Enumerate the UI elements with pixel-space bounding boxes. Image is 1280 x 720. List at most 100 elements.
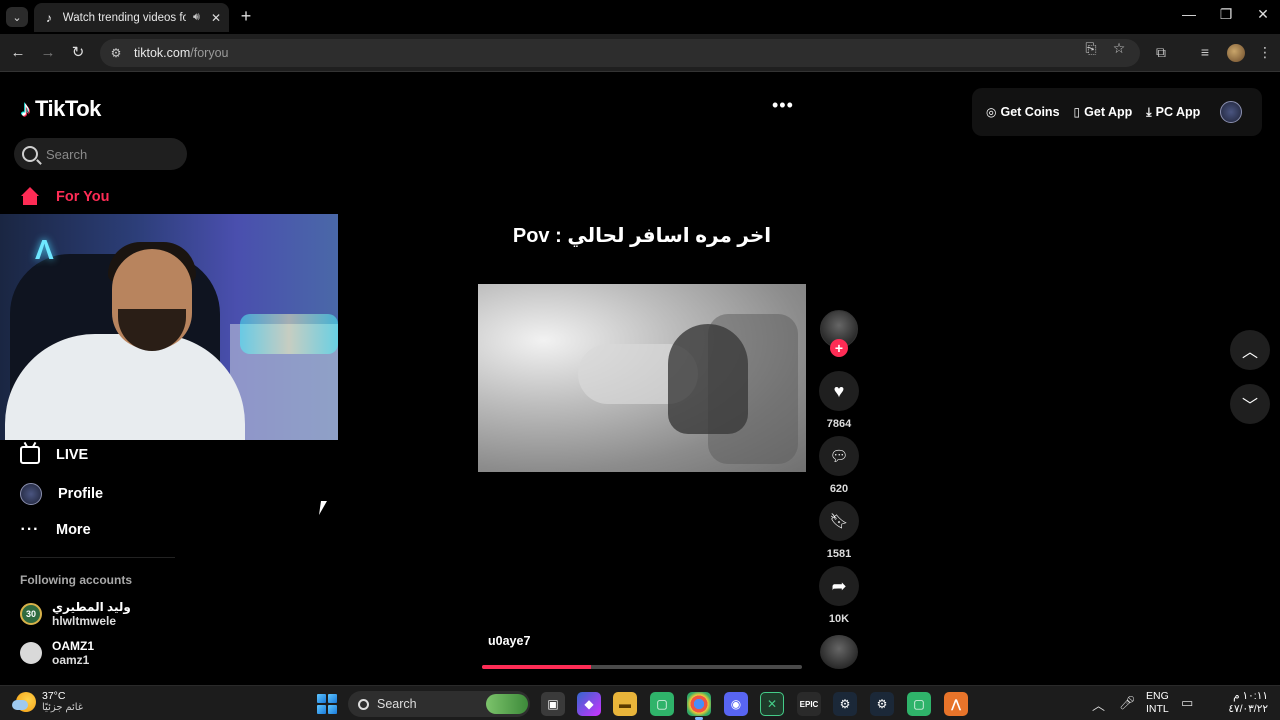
search-input[interactable] — [46, 146, 176, 162]
reload-icon[interactable]: ↻ — [68, 43, 88, 63]
more-dots-icon: ··· — [20, 521, 40, 538]
next-video-button[interactable]: ﹀ — [1230, 384, 1270, 424]
save-button[interactable]: 🔖︎ — [819, 501, 859, 541]
user-avatar[interactable] — [1220, 101, 1243, 123]
webcam-overlay: Λ — [0, 214, 338, 440]
media-controls-icon[interactable]: ≡ — [1196, 44, 1214, 60]
browser-menu-icon[interactable]: ⋮ — [1256, 44, 1274, 61]
like-count: 7864 — [826, 418, 852, 430]
search-icon — [22, 146, 38, 162]
screen: ⌄ ♪ Watch trending videos for y 🔊︎ ✕ + —… — [0, 0, 1280, 720]
tiktok-logo[interactable]: ♪ TikTok — [20, 96, 101, 122]
video-progress-fill — [482, 665, 591, 669]
music-disc-avatar[interactable] — [820, 635, 858, 669]
nav-more[interactable]: ··· More — [20, 520, 91, 540]
epic-games-icon[interactable]: EPIC — [797, 692, 821, 716]
install-app-icon[interactable]: ⎘ — [1082, 40, 1100, 57]
following-account-2[interactable]: OAMZ1 oamz1 — [20, 639, 94, 667]
clock-date: ٤٧/٠٣/٢٢ — [1228, 703, 1268, 715]
steam-icon-2[interactable]: ⚙ — [870, 692, 894, 716]
back-arrow-icon[interactable]: ← — [8, 43, 28, 63]
video-player[interactable] — [478, 284, 806, 472]
keyboard-layout: INTL — [1146, 703, 1169, 715]
account-avatar — [20, 642, 42, 664]
network-icon[interactable]: ▭ — [1181, 695, 1193, 711]
taskbar-clock[interactable]: ١٠:١١ م ٤٧/٠٣/٢٢ — [1200, 690, 1268, 716]
streamer-logo-icon: Λ — [35, 234, 54, 265]
taskbar-search[interactable]: Search — [348, 691, 530, 717]
minimize-icon[interactable]: — — [1174, 6, 1204, 22]
like-button[interactable]: ♥ — [819, 371, 859, 411]
share-button[interactable]: ➦ — [819, 566, 859, 606]
url-text: tiktok.com/foryou — [134, 46, 229, 60]
browser-toolbar: ← → ↻ ⚙ tiktok.com/foryou ⎘ ☆ ⧉ ≡ ⋮ — [0, 34, 1280, 72]
steam-icon[interactable]: ⚙ — [833, 692, 857, 716]
webcam-lights — [240, 314, 338, 354]
green-app-icon[interactable]: ▢ — [650, 692, 674, 716]
download-icon: ⤓ — [1146, 104, 1152, 119]
tab-search-button[interactable]: ⌄ — [6, 7, 28, 27]
close-window-icon[interactable]: ✕ — [1248, 6, 1278, 23]
speaker-icon[interactable]: 🔊︎ — [193, 11, 200, 24]
home-icon — [20, 187, 40, 207]
language-indicator[interactable]: ENG INTL — [1146, 690, 1169, 716]
account-handle: hlwltmwele — [52, 614, 117, 628]
bookmark-star-icon[interactable]: ☆ — [1110, 40, 1128, 57]
coin-icon: ◎ — [986, 105, 997, 119]
previous-video-button[interactable]: ︿ — [1230, 330, 1270, 370]
nav-live-label: LIVE — [56, 447, 89, 463]
green-app-icon-2[interactable]: ▢ — [907, 692, 931, 716]
extensions-icon[interactable]: ⧉ — [1152, 44, 1170, 61]
video-progress-bar[interactable] — [482, 665, 802, 669]
nav-profile-label: Profile — [58, 486, 104, 502]
browser-profile-avatar[interactable] — [1227, 44, 1245, 62]
taskbar-search-label: Search — [377, 697, 417, 711]
video-caption: اخر مره اسافر لحالي : Pov — [512, 225, 772, 247]
weather-sun-cloud-icon — [12, 692, 36, 712]
mouse-cursor-icon — [319, 501, 333, 515]
nav-more-label: More — [56, 522, 91, 538]
comment-bubble-icon: 💬︎ — [829, 448, 849, 465]
bookmark-icon: 🔖︎ — [829, 513, 849, 530]
video-author[interactable]: u0aye7 — [488, 634, 530, 648]
nav-live[interactable]: LIVE — [20, 446, 88, 464]
windows-start-icon[interactable] — [317, 694, 337, 714]
nav-profile[interactable]: Profile — [20, 483, 103, 505]
xbox-icon[interactable]: ✕ — [760, 692, 784, 716]
follow-plus-button[interactable]: + — [830, 339, 848, 357]
profile-avatar — [20, 483, 42, 505]
microphone-icon[interactable]: 🎤︎ — [1119, 695, 1136, 711]
site-info-icon[interactable]: ⚙ — [108, 45, 124, 61]
forward-arrow-icon[interactable]: → — [38, 43, 58, 63]
comment-button[interactable]: 💬︎ — [819, 436, 859, 476]
video-frame-shape — [668, 324, 748, 434]
file-explorer-icon[interactable]: ▬ — [613, 692, 637, 716]
tray-chevron-up-icon[interactable]: ︿ — [1092, 695, 1105, 714]
video-more-options-icon[interactable]: ••• — [772, 95, 794, 116]
search-box[interactable] — [14, 138, 187, 170]
orange-app-icon[interactable]: ⋀ — [944, 692, 968, 716]
close-tab-icon[interactable]: ✕ — [211, 11, 221, 25]
weather-widget[interactable]: 37°C غائم جزئيًا — [12, 690, 83, 714]
address-bar[interactable]: ⚙ tiktok.com/foryou — [100, 39, 1140, 67]
live-tv-icon — [20, 446, 40, 464]
get-app-button[interactable]: ▯ Get App — [1074, 105, 1133, 119]
nav-for-you[interactable]: For You — [20, 187, 109, 207]
tiktok-note-icon: ♪ — [20, 96, 31, 121]
discord-icon[interactable]: ◉ — [724, 692, 748, 716]
get-coins-button[interactable]: ◎ Get Coins — [986, 105, 1060, 119]
windows-taskbar: 37°C غائم جزئيًا Search ▣ ◆ ▬ ▢ ◉ ✕ EPIC… — [0, 685, 1280, 720]
weather-temperature: 37°C — [42, 690, 66, 702]
following-account-1[interactable]: 30 وليد المطيري hlwltmwele — [20, 600, 131, 628]
new-tab-button[interactable]: + — [236, 7, 256, 27]
restore-icon[interactable]: ❐ — [1211, 6, 1241, 23]
following-accounts-title: Following accounts — [20, 573, 133, 587]
task-view-icon[interactable]: ▣ — [541, 692, 565, 716]
pc-app-button[interactable]: ⤓ PC App — [1146, 105, 1200, 120]
browser-tab-tiktok[interactable]: ♪ Watch trending videos for y 🔊︎ ✕ — [34, 3, 229, 32]
account-display-name: OAMZ1 — [52, 639, 94, 653]
copilot-icon[interactable]: ◆ — [577, 692, 601, 716]
search-highlight-image — [486, 694, 528, 714]
chrome-icon[interactable] — [687, 692, 711, 720]
share-count: 10K — [828, 613, 850, 625]
